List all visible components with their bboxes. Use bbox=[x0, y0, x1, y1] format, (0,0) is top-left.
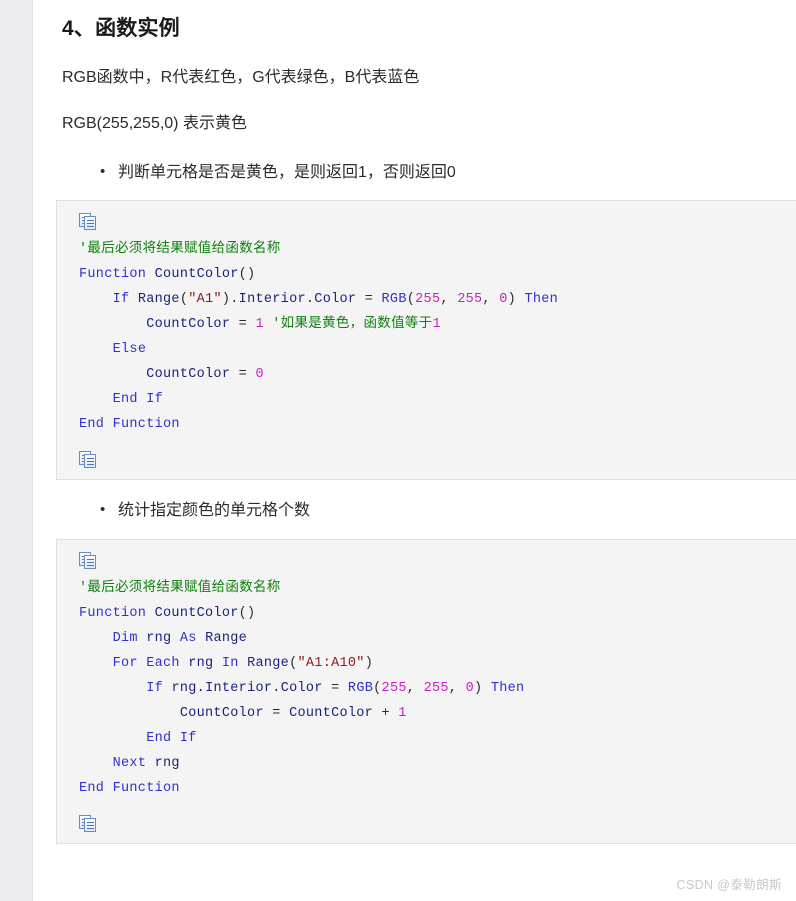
code-block-count-color-loop: '最后必须将结果赋值给函数名称 Function CountColor() Di… bbox=[56, 539, 796, 844]
copy-icon-sheet-front bbox=[84, 216, 96, 230]
list-item: 统计指定颜色的单元格个数 bbox=[100, 498, 796, 523]
code-line: '最后必须将结果赋值给函数名称 bbox=[79, 581, 281, 596]
csdn-watermark: CSDN @泰勒朗斯 bbox=[676, 878, 782, 892]
copy-icon-sheet-front bbox=[84, 555, 96, 569]
copy-icon[interactable] bbox=[79, 552, 97, 570]
article-page: 4、函数实例 RGB函数中，R代表红色，G代表绿色，B代表蓝色 RGB(255,… bbox=[0, 0, 796, 901]
left-margin-rail bbox=[0, 0, 33, 901]
copy-icon[interactable] bbox=[79, 213, 97, 231]
code-line: '最后必须将结果赋值给函数名称 bbox=[79, 242, 281, 257]
code-content: '最后必须将结果赋值给函数名称 Function CountColor() If… bbox=[79, 242, 559, 432]
copy-icon-sheet-front bbox=[84, 818, 96, 832]
paragraph-rgb-explanation: RGB函数中，R代表红色，G代表绿色，B代表蓝色 bbox=[62, 69, 420, 86]
code-content: '最后必须将结果赋值给函数名称 Function CountColor() Di… bbox=[79, 581, 525, 796]
paragraph-rgb-yellow: RGB(255,255,0) 表示黄色 bbox=[62, 115, 247, 132]
code-block-count-color-single: '最后必须将结果赋值给函数名称 Function CountColor() If… bbox=[56, 200, 796, 480]
bullet-list-first: 判断单元格是否是黄色，是则返回1，否则返回0 bbox=[34, 135, 796, 185]
copy-icon[interactable] bbox=[79, 451, 97, 469]
bullet-list-second: 统计指定颜色的单元格个数 bbox=[34, 480, 796, 523]
list-item: 判断单元格是否是黄色，是则返回1，否则返回0 bbox=[100, 160, 796, 185]
copy-icon[interactable] bbox=[79, 815, 97, 833]
page-title: 4、函数实例 bbox=[62, 17, 180, 40]
article-content: 4、函数实例 RGB函数中，R代表红色，G代表绿色，B代表蓝色 RGB(255,… bbox=[34, 0, 796, 901]
copy-icon-sheet-front bbox=[84, 454, 96, 468]
